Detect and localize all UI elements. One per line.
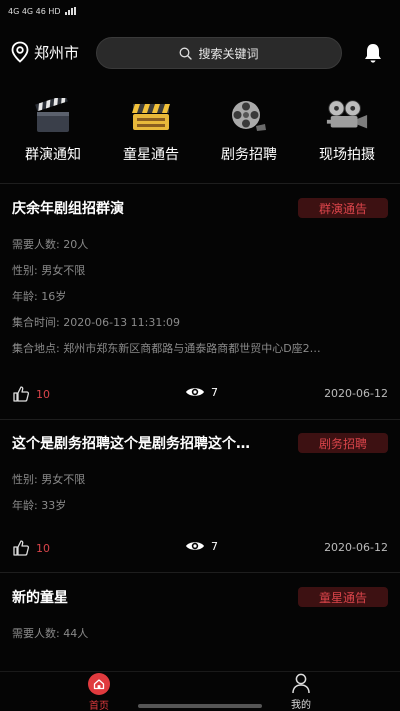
category-label: 群演通知: [25, 147, 81, 163]
post-title: 新的童星: [12, 590, 68, 606]
nav-mine[interactable]: 我的: [278, 672, 324, 711]
like-button[interactable]: 10: [12, 539, 50, 557]
view-count-group: 7: [185, 539, 218, 553]
field-row: 性别: 男女不限: [12, 473, 86, 486]
like-button[interactable]: 10: [12, 385, 50, 403]
location-pin-icon: [11, 41, 29, 63]
post-title: 这个是剧务招聘这个是剧务招聘这个…: [12, 436, 250, 452]
category-bar: 群演通知 童星通告 剧务招聘 现场拍摄: [0, 96, 400, 168]
eye-icon: [186, 542, 204, 550]
like-count: 10: [36, 541, 50, 555]
category-label: 童星通告: [123, 147, 179, 163]
category-tag: 群演通告: [298, 198, 388, 218]
field-row: 年龄: 16岁: [12, 290, 67, 303]
nav-mine-label: 我的: [291, 700, 311, 711]
clapperboard-icon: [31, 96, 75, 136]
card-divider: [0, 419, 400, 420]
status-bar: 4G 4G 46 HD: [0, 0, 400, 22]
search-placeholder: 搜索关键词: [198, 46, 259, 61]
category-tag: 剧务招聘: [298, 433, 388, 453]
category-crew-recruit[interactable]: 剧务招聘: [201, 96, 297, 168]
post-meta: 10 7 2020-06-12: [0, 537, 400, 559]
nav-home-label: 首页: [89, 701, 109, 711]
field-row: 需要人数: 44人: [12, 627, 89, 640]
category-tag: 童星通告: [298, 587, 388, 607]
thumbs-up-icon: [13, 386, 30, 402]
section-divider: [0, 183, 400, 184]
category-child-star[interactable]: 童星通告: [103, 96, 199, 168]
field-row: 集合时间: 2020-06-13 11:31:09: [12, 316, 181, 329]
notification-button[interactable]: [362, 42, 384, 68]
bottom-nav: 首页 我的: [0, 671, 400, 711]
category-label: 剧务招聘: [221, 147, 277, 163]
category-label: 现场拍摄: [319, 147, 375, 163]
card-divider: [0, 572, 400, 573]
like-count: 10: [36, 387, 50, 401]
post-meta: 10 7 2020-06-12: [0, 383, 400, 405]
top-bar: 郑州市 搜索关键词: [0, 36, 400, 70]
user-icon: [292, 673, 310, 694]
category-extras-notice[interactable]: 群演通知: [5, 96, 101, 168]
home-icon: [88, 673, 110, 695]
post-date: 2020-06-12: [324, 387, 388, 400]
film-reel-icon: [227, 96, 271, 136]
eye-icon: [186, 388, 204, 396]
post-date: 2020-06-12: [324, 541, 388, 554]
field-row: 需要人数: 20人: [12, 238, 89, 251]
home-indicator[interactable]: [138, 704, 262, 708]
search-icon: [180, 47, 193, 60]
movie-camera-icon: [325, 96, 369, 136]
post-card[interactable]: 庆余年剧组招群演 群演通告 需要人数: 20人 性别: 男女不限 年龄: 16岁…: [0, 198, 400, 355]
thumbs-up-icon: [13, 540, 30, 556]
bell-icon: [365, 44, 381, 63]
category-on-site-shooting[interactable]: 现场拍摄: [299, 96, 395, 168]
field-row: 性别: 男女不限: [12, 264, 86, 277]
view-count-group: 7: [185, 385, 218, 399]
field-row: 集合地点: 郑州市郑东新区商都路与通泰路商都世贸中心D座2…: [12, 342, 321, 355]
search-input[interactable]: 搜索关键词: [96, 37, 342, 69]
nav-home[interactable]: 首页: [76, 672, 122, 711]
view-count: 7: [211, 385, 218, 399]
view-count: 7: [211, 539, 218, 553]
location-label: 郑州市: [34, 43, 80, 62]
post-card[interactable]: 这个是剧务招聘这个是剧务招聘这个… 剧务招聘 性别: 男女不限 年龄: 33岁: [0, 433, 400, 512]
location-selector[interactable]: 郑州市: [10, 41, 79, 63]
film-slate-icon: [129, 96, 173, 136]
signal-text: 4G 4G 46 HD: [8, 6, 61, 16]
signal-icon: [64, 7, 76, 15]
post-card[interactable]: 新的童星 童星通告 需要人数: 44人: [0, 587, 400, 640]
field-row: 年龄: 33岁: [12, 499, 67, 512]
post-title: 庆余年剧组招群演: [12, 201, 124, 217]
